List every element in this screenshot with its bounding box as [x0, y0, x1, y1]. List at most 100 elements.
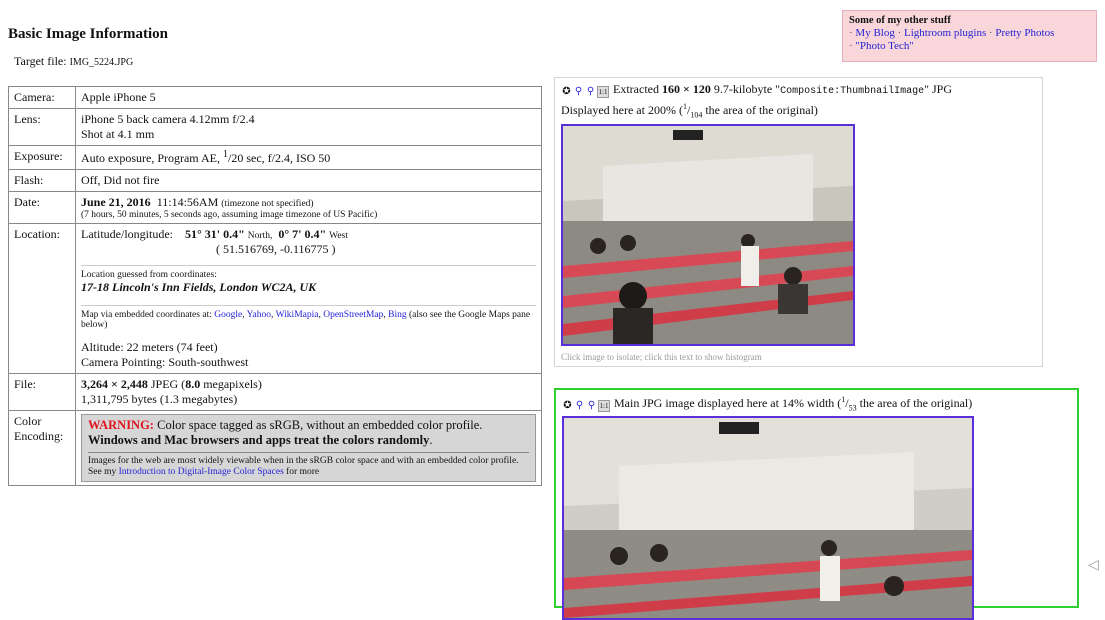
page-title: Basic Image Information — [8, 26, 168, 42]
row-file: File: 3,264 × 2,448 JPEG (8.0 megapixels… — [8, 373, 542, 411]
promo-link-phototech[interactable]: "Photo Tech" — [855, 40, 913, 52]
promo-link-lightroom[interactable]: Lightroom plugins — [904, 27, 986, 39]
file-bytes: 1,311,795 bytes (1.3 megabytes) — [81, 392, 238, 406]
thumb-caption[interactable]: Click image to isolate; click this text … — [561, 350, 1036, 365]
target-filename: IMG_5224.JPG — [69, 57, 134, 68]
file-value: 3,264 × 2,448 JPEG (8.0 megapixels) 1,31… — [75, 373, 542, 411]
classroom-photo-large — [564, 418, 972, 619]
note-post: for more — [283, 467, 320, 477]
color-spaces-link[interactable]: Introduction to Digital-Image Color Spac… — [119, 467, 284, 477]
one-to-one-icon[interactable]: 1:1 — [597, 86, 609, 98]
scroll-left-icon[interactable]: ◁ — [1088, 557, 1099, 574]
date-label: Date: — [8, 191, 76, 224]
warning-label: WARNING: — [88, 418, 154, 432]
file-label: File: — [8, 373, 76, 411]
thumb-mid: 9.7-kilobyte " — [710, 82, 781, 96]
lens-line2: Shot at 4.1 mm — [81, 127, 155, 141]
row-date: Date: June 21, 2016 11:14:56AM (timezone… — [8, 191, 542, 224]
lens-label: Lens: — [8, 108, 76, 146]
date-tz: (timezone not specified) — [221, 199, 314, 209]
main-text: Main JPG image displayed here at 14% wid… — [614, 396, 842, 410]
exposure-pre: Auto exposure, Program AE, — [81, 151, 223, 165]
row-lens: Lens: iPhone 5 back camera 4.12mm f/2.4 … — [8, 108, 542, 146]
thumbnail-image[interactable] — [561, 124, 855, 347]
flash-value: Off, Did not fire — [75, 169, 542, 192]
color-warning-box: WARNING: Color space tagged as sRGB, wit… — [81, 414, 536, 482]
camera-label: Camera: — [8, 86, 76, 109]
exposure-value: Auto exposure, Program AE, 1/20 sec, f/2… — [75, 145, 542, 170]
flash-label: Flash: — [8, 169, 76, 192]
location-value: Latitude/longitude: 51° 31' 0.4" North, … — [75, 223, 542, 374]
promo-box: Some of my other stuff · My Blog · Light… — [842, 10, 1097, 62]
color-value: WARNING: Color space tagged as sRGB, wit… — [75, 410, 542, 486]
latlong-label: Latitude/longitude: — [81, 227, 173, 241]
thumb-dims: 160 × 120 — [661, 82, 711, 96]
exposure-label: Exposure: — [8, 145, 76, 170]
magnify-icon[interactable]: ⚲ — [574, 400, 585, 411]
row-exposure: Exposure: Auto exposure, Program AE, 1/2… — [8, 145, 542, 170]
date-date: June 21, 2016 — [81, 195, 151, 209]
warning-text: Color space tagged as sRGB, without an e… — [153, 418, 483, 432]
warning-bold: Windows and Mac browsers and apps treat … — [88, 433, 430, 447]
map-link-wikimapia[interactable]: WikiMapia — [276, 310, 319, 320]
file-mid: JPEG ( — [147, 377, 186, 391]
lens-line1: iPhone 5 back camera 4.12mm f/2.4 — [81, 112, 255, 126]
main-frac-num: 1 — [841, 395, 846, 404]
date-ago: (7 hours, 50 minutes, 5 seconds ago, ass… — [81, 210, 378, 220]
row-color: Color Encoding: WARNING: Color space tag… — [8, 410, 542, 486]
location-label: Location: — [8, 223, 76, 374]
row-camera: Camera: Apple iPhone 5 — [8, 86, 542, 109]
promo-heading: Some of my other stuff — [849, 15, 951, 26]
file-mp: 8.0 — [185, 377, 201, 391]
thumb-line2-pre: Displayed here at 200% ( — [561, 103, 683, 117]
thumb-line2-post: the area of the original) — [702, 103, 818, 117]
exposure-post: /20 sec, f/2.4, ISO 50 — [227, 151, 331, 165]
warning-period: . — [429, 433, 433, 447]
map-link-osm[interactable]: OpenStreetMap — [323, 310, 383, 320]
thumb-tag: Composite:ThumbnailImage — [780, 86, 925, 97]
main-image-panel: ✪ ⚲ ⚲ 1:1 Main JPG image displayed here at … — [554, 388, 1079, 620]
promo-link-blog[interactable]: My Blog — [855, 27, 894, 39]
map-link-yahoo[interactable]: Yahoo — [247, 310, 271, 320]
thumb-pre: Extracted — [613, 82, 662, 96]
row-location: Location: Latitude/longitude: 51° 31' 0.… — [8, 223, 542, 374]
lat-dir: North, — [247, 231, 273, 241]
lat-value: 51° 31' 0.4" — [184, 227, 245, 241]
thumb-post: " JPG — [924, 82, 953, 96]
main-post: the area of the original) — [856, 396, 973, 410]
magnify-icon[interactable]: ⚲ — [585, 86, 596, 97]
map-link-bing[interactable]: Bing — [388, 310, 406, 320]
date-value: June 21, 2016 11:14:56AM (timezone not s… — [75, 191, 542, 224]
thumb-frac-den: 104 — [690, 110, 703, 120]
file-post: megapixels) — [200, 377, 262, 391]
classroom-photo — [563, 126, 853, 345]
promo-link-photos[interactable]: Pretty Photos — [995, 27, 1054, 39]
lon-dir: West — [329, 231, 348, 241]
date-time: 11:14:56AM — [156, 195, 219, 209]
color-note: Images for the web are most widely viewa… — [88, 452, 529, 478]
map-pre: Map via embedded coordinates at: — [81, 310, 212, 320]
altitude: Altitude: 22 meters (74 feet) — [81, 340, 218, 354]
thumbnail-panel: ✪ ⚲ ⚲ 1:1 Extracted 160 × 120 9.7-kilobyte … — [554, 77, 1043, 367]
row-flash: Flash: Off, Did not fire — [8, 169, 542, 192]
one-to-one-icon[interactable]: 1:1 — [598, 400, 610, 412]
file-dims: 3,264 × 2,448 — [81, 377, 148, 391]
main-frac-den: 53 — [848, 403, 857, 413]
target-file: Target file: IMG_5224.JPG — [14, 54, 133, 69]
pin-icon[interactable]: ✪ — [561, 86, 572, 97]
camera-value: Apple iPhone 5 — [75, 86, 542, 109]
color-label: Color Encoding: — [8, 410, 76, 486]
lon-value: 0° 7' 0.4" — [278, 227, 327, 241]
target-label: Target file: — [14, 54, 67, 68]
pin-icon[interactable]: ✪ — [562, 400, 573, 411]
guess-address: 17-18 Lincoln's Inn Fields, London WC2A,… — [81, 280, 317, 294]
magnify-icon[interactable]: ⚲ — [586, 400, 597, 411]
guess-label: Location guessed from coordinates: — [81, 270, 217, 280]
map-link-google[interactable]: Google — [214, 310, 242, 320]
magnify-icon[interactable]: ⚲ — [573, 86, 584, 97]
info-table: Camera: Apple iPhone 5 Lens: iPhone 5 ba… — [8, 86, 542, 486]
latlong-decimal: ( 51.516769, -0.116775 ) — [216, 242, 336, 256]
lens-value: iPhone 5 back camera 4.12mm f/2.4 Shot a… — [75, 108, 542, 146]
thumb-frac-num: 1 — [682, 102, 687, 111]
main-image[interactable] — [562, 416, 974, 620]
